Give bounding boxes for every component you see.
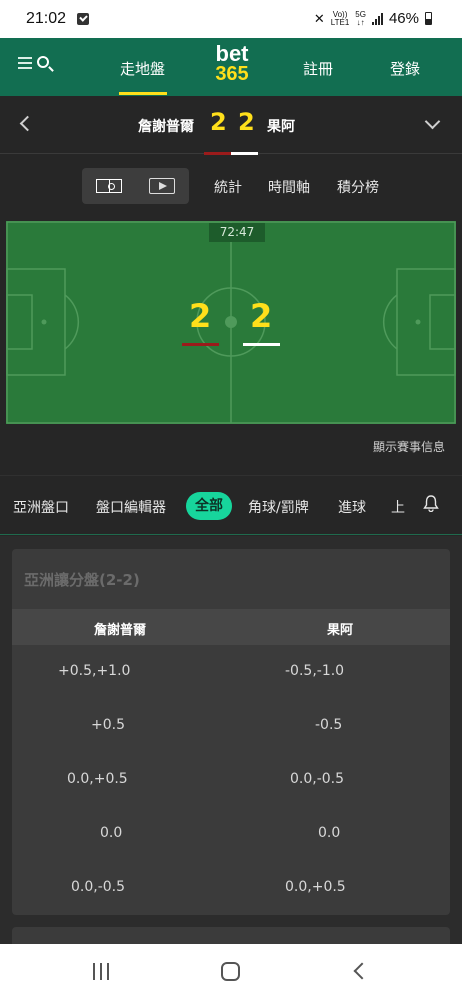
tab-all[interactable]: 全部 — [186, 492, 232, 520]
video-play-icon[interactable] — [149, 178, 175, 194]
away-handicap[interactable]: 0.0 — [318, 825, 340, 841]
logo-text-top: bet — [215, 41, 249, 66]
top-header: 走地盤 bet 365 註冊 登錄 — [0, 38, 462, 96]
tab-stats[interactable]: 統計 — [214, 177, 242, 197]
pitch-lines — [6, 221, 456, 424]
match-header: 詹謝普爾 2 2 果阿 — [0, 96, 462, 155]
away-handicap[interactable]: 0.0,+0.5 — [285, 879, 346, 895]
pitch-view-icon[interactable] — [96, 179, 122, 193]
home-score: 2 — [210, 108, 227, 136]
bell-icon[interactable] — [423, 495, 439, 512]
match-switch-chevron-icon[interactable] — [424, 113, 441, 130]
tab-standings[interactable]: 積分榜 — [337, 177, 379, 197]
logo-text-bottom: 365 — [215, 63, 249, 85]
pitch-away-kit-bar — [243, 343, 280, 346]
login-button[interactable]: 登錄 — [390, 58, 420, 79]
handicap-row: 0.0,-0.5 0.0,+0.5 — [12, 861, 450, 915]
match-clock: 72:47 — [209, 223, 265, 242]
android-nav-bar — [0, 944, 462, 1000]
view-toggle — [82, 168, 189, 204]
handicap-row: 0.0,+0.5 0.0,-0.5 — [12, 753, 450, 807]
search-icon[interactable] — [37, 56, 49, 68]
home-handicap[interactable]: +0.5,+1.0 — [58, 663, 130, 679]
pitch-away-score: 2 — [250, 297, 273, 335]
away-column-header: 果阿 — [327, 623, 354, 638]
tab-more-truncated[interactable]: 上 — [391, 497, 405, 517]
away-team-name: 果阿 — [267, 119, 295, 135]
nav-active-indicator — [119, 92, 167, 95]
menu-icon[interactable] — [18, 57, 32, 69]
status-time: 21:02 — [26, 10, 67, 27]
home-icon[interactable] — [221, 962, 240, 981]
away-handicap[interactable]: 0.0,-0.5 — [290, 771, 344, 787]
status-indicators: ✕ Vo)) LTE1 5G ↓↑ 46% — [314, 10, 432, 27]
column-header: 詹謝普爾 果阿 — [12, 609, 450, 645]
pitch-home-kit-bar — [182, 343, 219, 346]
recent-apps-icon[interactable] — [93, 963, 109, 981]
volte-indicator: Vo)) LTE1 — [330, 10, 350, 27]
tab-asian-lines[interactable]: 亞洲盤口 — [13, 497, 69, 517]
home-handicap[interactable]: 0.0,-0.5 — [71, 879, 125, 895]
pitch-visualization: 72:47 2 2 — [6, 221, 456, 424]
tab-goals[interactable]: 進球 — [338, 497, 366, 517]
handicap-row: +0.5,+1.0 -0.5,-1.0 — [12, 645, 450, 699]
battery-icon — [425, 12, 432, 25]
market-content: 亞洲讓分盤(2-2) 詹謝普爾 果阿 +0.5,+1.0 -0.5,-1.0 +… — [0, 536, 462, 957]
register-button[interactable]: 註冊 — [303, 58, 333, 79]
away-score: 2 — [238, 108, 255, 136]
handicap-row: 0.0 0.0 — [12, 807, 450, 861]
tab-bet-builder[interactable]: 盤口編輯器 — [96, 497, 166, 517]
view-switch-row: 統計 時間軸 積分榜 — [0, 155, 462, 217]
handicap-row: +0.5 -0.5 — [12, 699, 450, 753]
home-handicap[interactable]: 0.0 — [100, 825, 122, 841]
notification-check-icon — [77, 13, 89, 25]
tab-corners-cards[interactable]: 角球/罰牌 — [248, 497, 309, 517]
mute-icon: ✕ — [313, 10, 325, 26]
home-column-header: 詹謝普爾 — [94, 623, 147, 638]
bet365-logo[interactable]: bet 365 — [209, 41, 255, 85]
data-bottom: ↓↑ — [356, 17, 365, 27]
away-handicap[interactable]: -0.5,-1.0 — [285, 663, 344, 679]
home-handicap[interactable]: 0.0,+0.5 — [67, 771, 128, 787]
battery-percent: 46% — [388, 10, 419, 27]
volte-bottom: LTE1 — [330, 17, 350, 27]
data-indicator: 5G ↓↑ — [355, 10, 366, 27]
signal-icon — [371, 12, 383, 25]
asian-handicap-card: 亞洲讓分盤(2-2) 詹謝普爾 果阿 +0.5,+1.0 -0.5,-1.0 +… — [12, 549, 450, 915]
market-tabs: 亞洲盤口 盤口編輯器 全部 角球/罰牌 進球 上 — [0, 475, 462, 535]
tab-timeline[interactable]: 時間軸 — [268, 177, 310, 197]
away-handicap[interactable]: -0.5 — [315, 717, 342, 733]
pitch-home-score: 2 — [189, 297, 212, 335]
show-match-info-link[interactable]: 顯示賽事信息 — [373, 438, 445, 455]
home-team-name: 詹謝普爾 — [138, 119, 194, 135]
status-bar: 21:02 ✕ Vo)) LTE1 5G ↓↑ 46% — [0, 0, 462, 38]
back-chevron-icon[interactable] — [19, 115, 36, 132]
market-title[interactable]: 亞洲讓分盤(2-2) — [24, 569, 140, 590]
home-handicap[interactable]: +0.5 — [91, 717, 125, 733]
back-icon[interactable] — [353, 962, 371, 980]
app-root: 21:02 ✕ Vo)) LTE1 5G ↓↑ 46% 走地盤 bet 365 註冊… — [0, 0, 462, 1000]
nav-live[interactable]: 走地盤 — [120, 58, 165, 79]
